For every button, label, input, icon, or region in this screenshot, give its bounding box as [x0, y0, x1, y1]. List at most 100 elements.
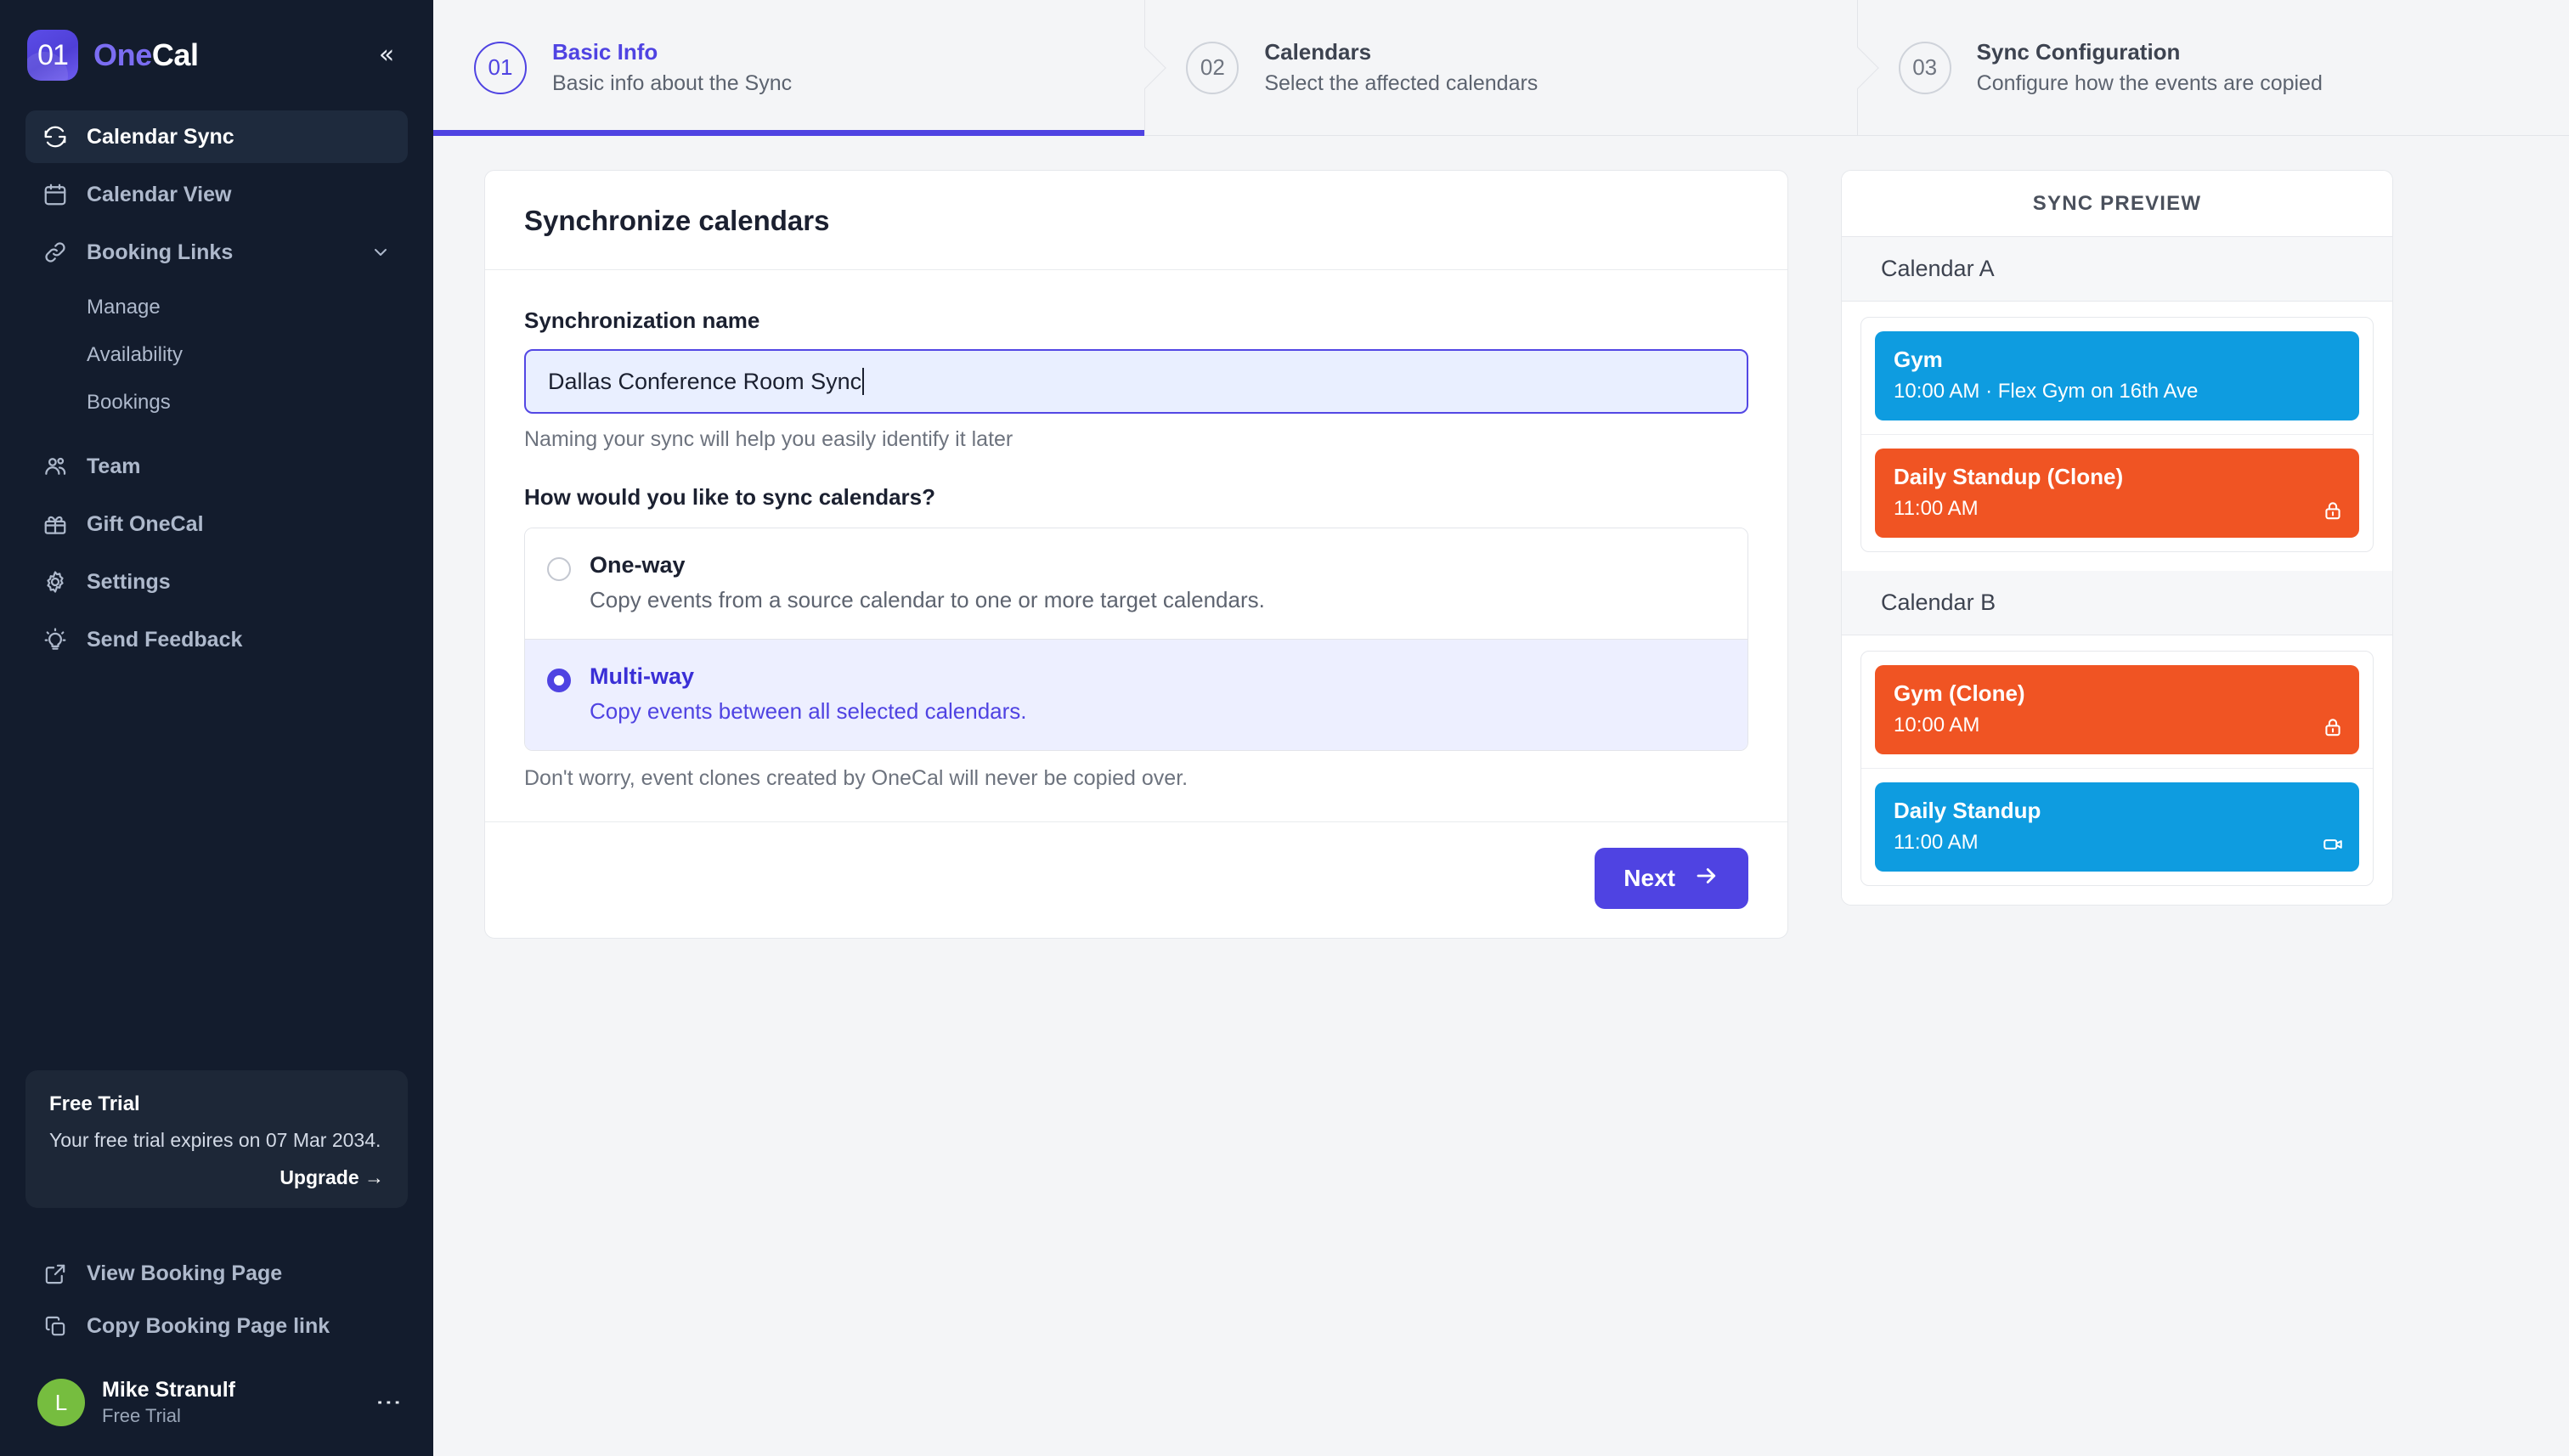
form-footer: Next — [485, 821, 1787, 938]
sidebar-top: 01 OneCal « — [0, 0, 433, 82]
event-detail: 11:00 AM — [1894, 497, 1979, 520]
user-account-row[interactable]: L Mike Stranulf Free Trial ⋮ — [25, 1378, 408, 1427]
brand-name: OneCal — [93, 37, 199, 73]
calendar-b-header: Calendar B — [1842, 571, 2392, 635]
event-wrapper: Gym (Clone) 10:00 AM — [1861, 652, 2373, 768]
step-basic-info[interactable]: 01 Basic Info Basic info about the Sync — [433, 0, 1146, 136]
event-daily-standup-clone[interactable]: Daily Standup (Clone) 11:00 AM — [1875, 449, 2359, 538]
step-subtitle: Select the affected calendars — [1264, 71, 1539, 95]
sidebar-item-label: Gift OneCal — [87, 511, 204, 536]
sidebar-link-label: Copy Booking Page link — [87, 1313, 330, 1338]
collapse-sidebar-icon[interactable]: « — [367, 36, 406, 75]
event-wrapper: Daily Standup (Clone) 11:00 AM — [1861, 434, 2373, 551]
form-header: Synchronize calendars — [485, 171, 1787, 270]
event-wrapper: Daily Standup 11:00 AM — [1861, 768, 2373, 885]
app-root: 01 OneCal « Calendar Sync Calendar View — [0, 0, 2569, 1456]
event-detail: 10:00 AM — [1894, 714, 1980, 736]
radio-indicator[interactable] — [547, 669, 571, 692]
radio-description: Copy events between all selected calenda… — [590, 698, 1027, 724]
sidebar-item-calendar-view[interactable]: Calendar View — [25, 168, 408, 221]
sidebar-nav: Calendar Sync Calendar View Booking Link… — [0, 110, 433, 671]
sidebar-item-booking-links[interactable]: Booking Links — [25, 226, 408, 279]
calendar-b-body: Gym (Clone) 10:00 AM Daily Standup 11:00… — [1842, 635, 2392, 905]
gear-icon — [42, 569, 68, 595]
form-body: Synchronization name Dallas Conference R… — [485, 270, 1787, 821]
view-booking-page-link[interactable]: View Booking Page — [25, 1247, 408, 1300]
event-daily-standup[interactable]: Daily Standup 11:00 AM — [1875, 782, 2359, 872]
step-sync-configuration[interactable]: 03 Sync Configuration Configure how the … — [1858, 0, 2569, 135]
sidebar-subitem-bookings[interactable]: Bookings — [25, 379, 408, 426]
brand-name-cal: Cal — [151, 37, 199, 72]
sidebar-item-label: Calendar View — [87, 182, 232, 206]
lock-icon — [2322, 499, 2344, 526]
sync-preview-panel: SYNC PREVIEW Calendar A Gym 10:00 AM · F… — [1841, 170, 2393, 906]
sidebar-item-label: Send Feedback — [87, 627, 243, 652]
free-trial-title: Free Trial — [49, 1092, 140, 1116]
step-title: Sync Configuration — [1976, 39, 2181, 65]
sidebar-item-send-feedback[interactable]: Send Feedback — [25, 613, 408, 666]
event-title: Gym — [1894, 347, 1943, 372]
event-gym[interactable]: Gym 10:00 AM · Flex Gym on 16th Ave — [1875, 331, 2359, 420]
radio-description: Copy events from a source calendar to on… — [590, 587, 1265, 612]
event-title: Daily Standup — [1894, 798, 2041, 823]
chevron-down-icon[interactable] — [370, 242, 391, 262]
calendar-b-events: Gym (Clone) 10:00 AM Daily Standup 11:00… — [1860, 651, 2374, 886]
active-step-indicator — [433, 130, 1145, 136]
sidebar: 01 OneCal « Calendar Sync Calendar View — [0, 0, 433, 1456]
step-title: Basic Info — [552, 39, 658, 65]
sidebar-subitem-availability[interactable]: Availability — [25, 331, 408, 379]
sync-name-value: Dallas Conference Room Sync — [548, 368, 862, 394]
sync-preview-heading: SYNC PREVIEW — [1842, 171, 2392, 237]
lightbulb-icon — [42, 627, 68, 652]
step-number-badge: 02 — [1186, 41, 1239, 94]
copy-icon — [42, 1313, 68, 1339]
sidebar-item-label: Booking Links — [87, 240, 234, 264]
event-gym-clone[interactable]: Gym (Clone) 10:00 AM — [1875, 665, 2359, 754]
sidebar-item-settings[interactable]: Settings — [25, 556, 408, 608]
event-title: Gym (Clone) — [1894, 680, 2025, 706]
next-button-label: Next — [1623, 865, 1675, 891]
step-calendars[interactable]: 02 Calendars Select the affected calenda… — [1145, 0, 1858, 135]
calendar-a-body: Gym 10:00 AM · Flex Gym on 16th Ave Dail… — [1842, 302, 2392, 571]
logo-mark-text: 01 — [37, 38, 69, 71]
onecal-logo-icon: 01 — [27, 30, 78, 81]
sidebar-item-label: Team — [87, 454, 141, 478]
main-area: 01 Basic Info Basic info about the Sync … — [433, 0, 2569, 1456]
sync-name-hint: Naming your sync will help you easily id… — [524, 427, 1013, 451]
sync-name-input[interactable]: Dallas Conference Room Sync — [524, 349, 1748, 414]
sidebar-subitem-manage[interactable]: Manage — [25, 284, 408, 331]
user-more-icon[interactable]: ⋮ — [374, 1390, 404, 1415]
users-icon — [42, 454, 68, 479]
step-text: Basic Info Basic info about the Sync — [552, 39, 792, 96]
sync-form-card: Synchronize calendars Synchronization na… — [484, 170, 1788, 939]
avatar: L — [37, 1379, 85, 1426]
radio-option-one-way[interactable]: One-way Copy events from a source calend… — [525, 528, 1747, 639]
sidebar-item-label: Settings — [87, 569, 171, 594]
sync-icon — [42, 124, 68, 150]
sidebar-item-calendar-sync[interactable]: Calendar Sync — [25, 110, 408, 163]
radio-title: One-way — [590, 552, 686, 578]
calendar-icon — [42, 182, 68, 207]
copy-booking-page-link[interactable]: Copy Booking Page link — [25, 1300, 408, 1352]
event-title: Daily Standup (Clone) — [1894, 464, 2124, 489]
sidebar-item-team[interactable]: Team — [25, 440, 408, 493]
clone-note: Don't worry, event clones created by One… — [524, 766, 1189, 790]
next-button[interactable]: Next — [1595, 848, 1748, 909]
upgrade-link[interactable]: Upgrade → — [49, 1166, 384, 1189]
lock-icon — [2322, 716, 2344, 742]
free-trial-card: Free Trial Your free trial expires on 07… — [25, 1070, 408, 1208]
radio-indicator[interactable] — [547, 557, 571, 581]
radio-title: Multi-way — [590, 663, 695, 689]
step-subtitle: Configure how the events are copied — [1976, 71, 2323, 95]
brand-row: 01 OneCal « — [27, 29, 406, 82]
event-detail: 10:00 AM · Flex Gym on 16th Ave — [1894, 380, 2199, 403]
free-trial-text: Your free trial expires on 07 Mar 2034. — [49, 1129, 381, 1152]
step-title: Calendars — [1264, 39, 1372, 65]
arrow-right-icon — [1694, 863, 1719, 894]
sidebar-item-gift-onecal[interactable]: Gift OneCal — [25, 498, 408, 550]
radio-option-multi-way[interactable]: Multi-way Copy events between all select… — [525, 639, 1747, 750]
external-link-icon — [42, 1261, 68, 1286]
gift-icon — [42, 511, 68, 537]
brand-name-one: One — [93, 37, 152, 72]
